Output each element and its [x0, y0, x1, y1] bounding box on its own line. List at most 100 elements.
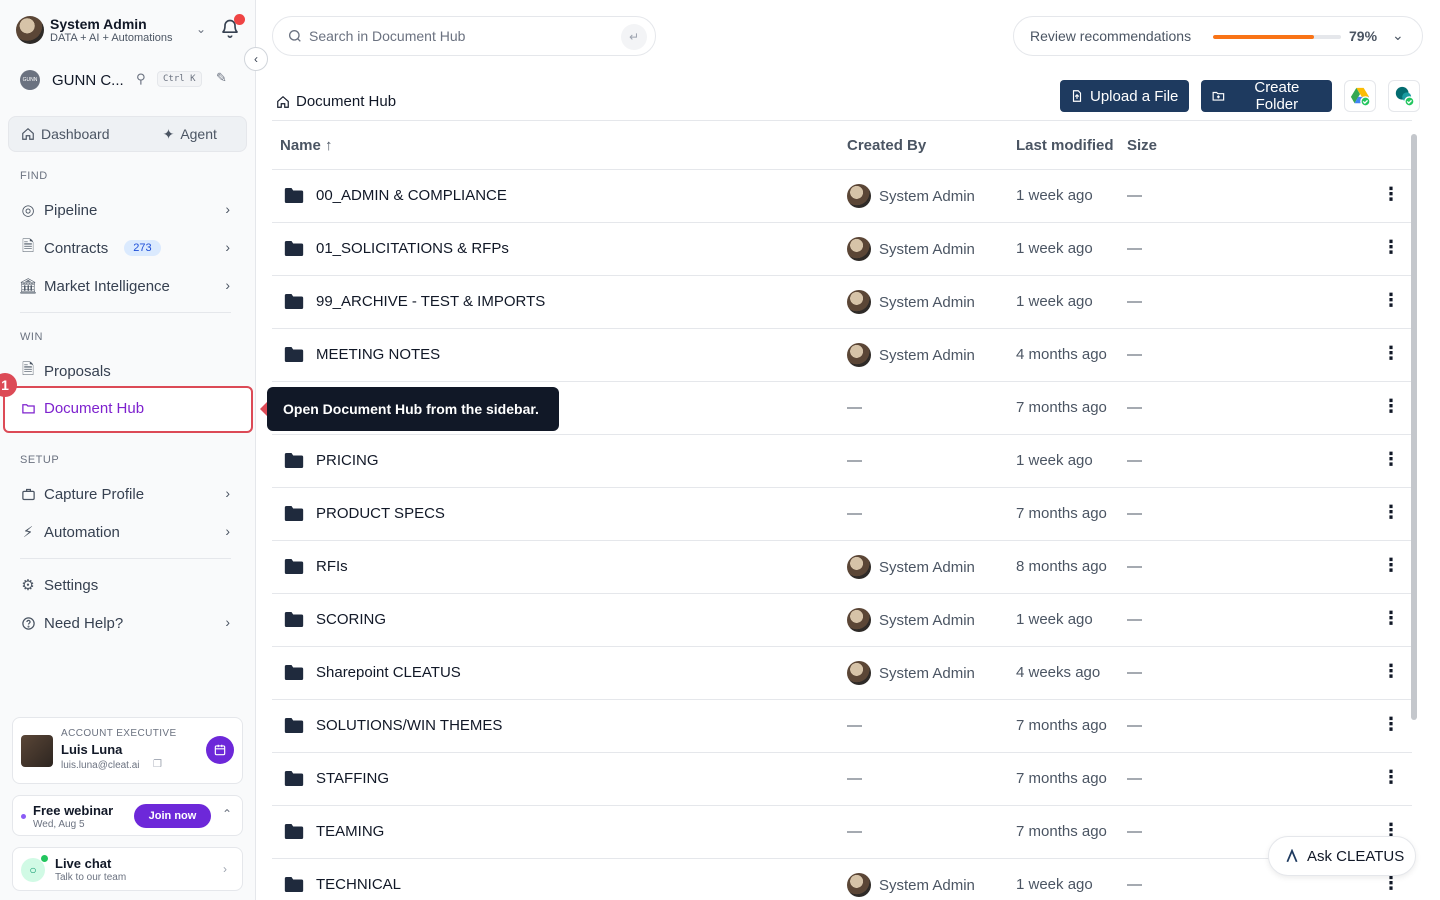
row-creator-name: System Admin: [879, 558, 975, 576]
agent-tab[interactable]: ✦ Agent: [134, 117, 247, 151]
row-name[interactable]: STAFFING: [316, 770, 389, 787]
row-creator: System Admin: [847, 555, 975, 579]
edit-icon[interactable]: ✎: [216, 70, 227, 86]
table-row[interactable]: TEAMING —7 months ago — ⋮: [272, 806, 1412, 859]
upload-file-button[interactable]: Upload a File: [1060, 80, 1189, 112]
row-name[interactable]: TEAMING: [316, 823, 384, 840]
nav-contracts[interactable]: 🗎 Contracts 273 ›: [20, 233, 236, 263]
chat-title: Live chat: [55, 856, 112, 871]
chevron-right-icon: ›: [225, 201, 230, 217]
column-created-by[interactable]: Created By: [847, 137, 926, 154]
row-name[interactable]: PRICING: [316, 452, 379, 469]
table-scrollbar[interactable]: [1411, 134, 1417, 720]
column-last-modified[interactable]: Last modified: [1016, 137, 1114, 154]
enter-icon[interactable]: ↵: [621, 24, 647, 50]
more-options-icon[interactable]: ⋮: [1382, 343, 1400, 364]
nav-pipeline[interactable]: ◎ Pipeline ›: [20, 195, 236, 225]
row-creator: —: [847, 452, 862, 469]
breadcrumb: Document Hub: [276, 93, 396, 110]
more-options-icon[interactable]: ⋮: [1382, 873, 1400, 894]
join-webinar-button[interactable]: Join now: [134, 804, 211, 828]
row-size: —: [1127, 452, 1142, 469]
calendar-button[interactable]: [206, 736, 234, 764]
table-row[interactable]: Sharepoint CLEATUS System Admin 4 weeks ag…: [272, 647, 1412, 700]
row-name[interactable]: PRODUCT SPECS: [316, 505, 445, 522]
review-recommendations[interactable]: Review recommendations 79% ⌄: [1013, 16, 1423, 56]
more-options-icon[interactable]: ⋮: [1382, 714, 1400, 735]
row-name[interactable]: 99_ARCHIVE - TEST & IMPORTS: [316, 293, 545, 310]
row-name[interactable]: MEETING NOTES: [316, 346, 440, 363]
row-size: —: [1127, 399, 1142, 416]
row-name[interactable]: 01_SOLICITATIONS & RFPs: [316, 240, 509, 257]
chevron-up-icon[interactable]: ⌃: [222, 807, 232, 821]
more-options-icon[interactable]: ⋮: [1382, 290, 1400, 311]
more-options-icon[interactable]: ⋮: [1382, 502, 1400, 523]
row-modified: 1 week ago: [1016, 876, 1093, 893]
table-row[interactable]: RFIs System Admin 8 months ago — ⋮: [272, 541, 1412, 594]
nav-market-intelligence[interactable]: 🏛 Market Intelligence ›: [18, 271, 236, 301]
more-options-icon[interactable]: ⋮: [1382, 449, 1400, 470]
table-row[interactable]: 99_ARCHIVE - TEST & IMPORTS System Admin 1…: [272, 276, 1412, 329]
search-icon[interactable]: ⚲: [136, 71, 146, 87]
webinar-date: Wed, Aug 5: [33, 819, 85, 830]
sharepoint-button[interactable]: [1388, 80, 1420, 112]
search-bar[interactable]: Search in Document Hub ↵: [272, 16, 656, 56]
more-options-icon[interactable]: ⋮: [1382, 767, 1400, 788]
chevron-right-icon: ›: [225, 614, 230, 630]
row-modified: 7 months ago: [1016, 823, 1107, 840]
row-creator: System Admin: [847, 290, 975, 314]
row-size: —: [1127, 664, 1142, 681]
row-size: —: [1127, 770, 1142, 787]
more-options-icon[interactable]: ⋮: [1382, 555, 1400, 576]
column-name[interactable]: Name ↑: [280, 137, 333, 154]
more-options-icon[interactable]: ⋮: [1382, 184, 1400, 205]
file-icon: 🗎: [21, 237, 35, 255]
dashboard-tab[interactable]: Dashboard: [9, 117, 134, 151]
table-row[interactable]: 00_ADMIN & COMPLIANCE System Admin 1 week …: [272, 170, 1412, 223]
nav-capture-profile[interactable]: Capture Profile ›: [20, 479, 236, 509]
copy-icon[interactable]: ❐: [153, 759, 162, 770]
live-chat-card[interactable]: ○ Live chat Talk to our team ›: [12, 847, 243, 891]
user-menu[interactable]: System Admin DATA + AI + Automations ⌄: [16, 14, 244, 46]
table-row[interactable]: PRICING — 1 week ago — ⋮: [272, 435, 1412, 488]
google-drive-button[interactable]: [1344, 80, 1376, 112]
webinar-dot: [21, 814, 26, 819]
nav-pipeline-label: Pipeline: [44, 201, 98, 219]
collapse-sidebar-button[interactable]: ‹: [244, 47, 268, 71]
column-size[interactable]: Size: [1127, 137, 1157, 154]
row-size: —: [1127, 346, 1142, 363]
table-row[interactable]: SOLUTIONS/WIN THEMES — 7 months ago — ⋮: [272, 700, 1412, 753]
row-name[interactable]: Sharepoint CLEATUS: [316, 664, 461, 681]
org-switcher[interactable]: GUNN GUNN C... ⚲ Ctrl K ✎: [20, 68, 236, 92]
row-name[interactable]: 00_ADMIN & COMPLIANCE: [316, 187, 507, 204]
home-icon[interactable]: [276, 95, 290, 109]
creator-avatar: [847, 237, 871, 261]
row-name[interactable]: SCORING: [316, 611, 386, 628]
table-row[interactable]: PRODUCT SPECS — 7 months ago — ⋮: [272, 488, 1412, 541]
row-name[interactable]: TECHNICAL: [316, 876, 401, 893]
review-percent: 79%: [1349, 28, 1378, 44]
row-name[interactable]: RFIs: [316, 558, 348, 575]
nav-automation[interactable]: ⚡︎ Automation ›: [20, 517, 236, 547]
more-options-icon[interactable]: ⋮: [1382, 661, 1400, 682]
table-row[interactable]: MEETING NOTES System Admin 4 months ago — ⋮: [272, 329, 1412, 382]
row-name[interactable]: SOLUTIONS/WIN THEMES: [316, 717, 502, 734]
nav-settings[interactable]: ⚙ Settings: [20, 570, 236, 600]
ask-cleatus-button[interactable]: Ask CLEATUS: [1268, 836, 1416, 876]
table-row[interactable]: 01_SOLICITATIONS & RFPs System Admin 1 wee…: [272, 223, 1412, 276]
account-executive-photo: [21, 735, 53, 767]
chevron-down-icon[interactable]: ⌄: [196, 22, 206, 36]
create-folder-button[interactable]: Create Folder: [1201, 79, 1332, 113]
more-options-icon[interactable]: ⋮: [1382, 608, 1400, 629]
table-row[interactable]: TECHNICAL System Admin 1 week ago — ⋮: [272, 859, 1412, 900]
table-row[interactable]: STAFFING — 7 months ago — ⋮: [272, 753, 1412, 806]
ask-cleatus-label: Ask CLEATUS: [1307, 847, 1405, 865]
nav-proposals[interactable]: 🗎 Proposals: [20, 356, 236, 386]
nav-need-help[interactable]: Need Help? ›: [20, 608, 236, 638]
chevron-down-icon[interactable]: ⌄: [1392, 27, 1404, 44]
more-options-icon[interactable]: ⋮: [1382, 237, 1400, 258]
more-options-icon[interactable]: ⋮: [1382, 396, 1400, 417]
dashboard-label: Dashboard: [41, 126, 110, 142]
nav-document-hub[interactable]: Document Hub: [20, 393, 236, 423]
table-row[interactable]: SCORING System Admin 1 week ago — ⋮: [272, 594, 1412, 647]
